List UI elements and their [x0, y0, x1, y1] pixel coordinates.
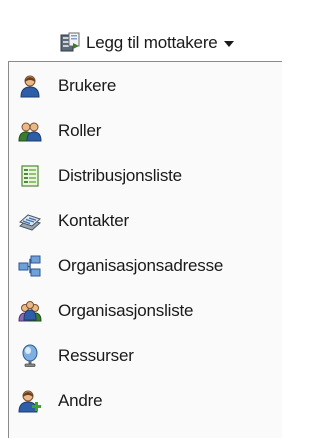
menu-item-organisasjonsliste[interactable]: Organisasjonsliste — [9, 291, 283, 331]
org-group-icon — [18, 301, 42, 322]
document-recipient-icon — [60, 32, 80, 52]
menu-item-label: Organisasjonsliste — [58, 301, 194, 320]
menu-item-label: Kontakter — [58, 211, 129, 230]
org-structure-icon — [18, 255, 41, 277]
menu-item-label: Andre — [58, 391, 103, 410]
menu-item-distribusjonsliste[interactable]: Distribusjonsliste — [9, 156, 283, 196]
menu-item-label: Distribusjonsliste — [58, 166, 182, 185]
contacts-card-icon — [19, 214, 41, 231]
users-group-icon — [18, 122, 42, 142]
page: Legg til mottakere Brukere Roller Distri… — [0, 0, 288, 438]
menu-item-label: Ressurser — [58, 346, 134, 365]
add-recipients-label: Legg til mottakere — [86, 33, 218, 52]
menu-item-label: Brukere — [58, 76, 117, 95]
menu-item-organisasjonsadresse[interactable]: Organisasjonsadresse — [9, 246, 283, 286]
microphone-resource-icon — [22, 344, 38, 367]
menu-item-kontakter[interactable]: Kontakter — [9, 201, 283, 241]
chevron-down-icon — [223, 41, 234, 47]
menu-item-label: Roller — [58, 121, 102, 140]
menu-item-andre[interactable]: Andre — [9, 381, 283, 421]
user-add-icon — [18, 390, 41, 413]
add-recipients-dropdown-button[interactable]: Legg til mottakere — [58, 26, 234, 60]
menu-item-roller[interactable]: Roller — [9, 111, 283, 151]
recipients-menu: Brukere Roller Distribusjonsliste Kontak… — [8, 61, 282, 438]
menu-item-ressurser[interactable]: Ressurser — [9, 336, 283, 376]
list-sheet-icon — [21, 165, 39, 187]
menu-item-label: Organisasjonsadresse — [58, 256, 224, 275]
user-icon — [20, 75, 40, 98]
menu-item-brukere[interactable]: Brukere — [9, 66, 283, 106]
